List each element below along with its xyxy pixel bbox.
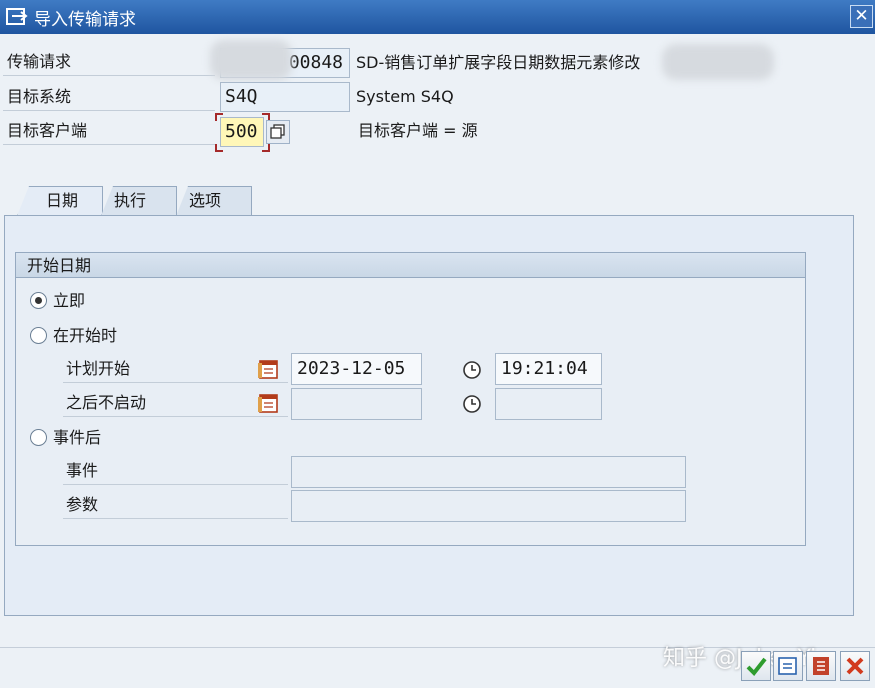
no-start-after-label: 之后不启动 <box>63 389 288 417</box>
no-start-after-date-field[interactable] <box>291 388 422 420</box>
tab-execution[interactable]: 执行 <box>101 186 177 216</box>
calendar-icon[interactable] <box>257 358 279 380</box>
target-system-description: System S4Q <box>356 87 454 106</box>
target-client-description: 目标客户端 = 源 <box>358 121 478 140</box>
target-client-label: 目标客户端 <box>3 117 215 145</box>
tab-date-label: 日期 <box>46 191 79 210</box>
close-icon: ✕ <box>854 6 869 26</box>
no-start-after-time-field[interactable] <box>495 388 602 420</box>
confirm-button[interactable] <box>741 651 771 681</box>
target-system-field[interactable]: S4Q <box>220 82 350 112</box>
event-label: 事件 <box>63 457 288 485</box>
parameter-label: 参数 <box>63 491 288 519</box>
planned-start-label: 计划开始 <box>63 355 288 383</box>
clock-icon[interactable] <box>462 394 482 414</box>
calendar-icon[interactable] <box>257 392 279 414</box>
radio-after-event-label: 事件后 <box>53 428 102 447</box>
group-title: 开始日期 <box>16 253 805 278</box>
parameter-field[interactable] <box>291 490 686 522</box>
import-icon <box>6 8 28 25</box>
cancel-icon <box>846 657 864 675</box>
focus-corner <box>262 144 270 152</box>
focus-corner <box>215 144 223 152</box>
radio-immediately-label: 立即 <box>53 291 86 310</box>
radio-dot <box>35 297 42 304</box>
cancel-button[interactable] <box>840 651 870 681</box>
request-label: 传输请求 <box>3 48 215 76</box>
redacted-request <box>210 40 292 80</box>
radio-at-start-time-label: 在开始时 <box>53 326 118 345</box>
tab-options-label: 选项 <box>189 191 222 210</box>
target-system-label: 目标系统 <box>3 83 215 111</box>
planned-start-time-field[interactable]: 19:21:04 <box>495 353 602 385</box>
radio-after-event[interactable] <box>30 429 47 446</box>
check-icon <box>746 657 767 677</box>
close-button[interactable]: ✕ <box>850 5 873 28</box>
event-field[interactable] <box>291 456 686 488</box>
value-help-icon <box>270 124 285 139</box>
radio-immediately[interactable] <box>30 292 47 309</box>
redacted-description <box>662 44 774 80</box>
request-description: SD-销售订单扩展字段日期数据元素修改 <box>356 53 641 72</box>
title-bar: 导入传输请求 ✕ <box>0 0 875 34</box>
window-title: 导入传输请求 <box>34 10 136 30</box>
clock-icon[interactable] <box>462 360 482 380</box>
schedule-icon <box>778 657 797 675</box>
radio-at-start-time[interactable] <box>30 327 47 344</box>
import-all-button[interactable] <box>806 651 836 681</box>
target-client-field[interactable]: 500 <box>220 117 264 147</box>
tab-options[interactable]: 选项 <box>176 186 252 216</box>
import-all-icon <box>813 657 829 675</box>
tab-execution-label: 执行 <box>114 191 147 210</box>
focus-corner <box>215 113 223 121</box>
planned-start-date-field[interactable]: 2023-12-05 <box>291 353 422 385</box>
value-help-button[interactable] <box>266 120 290 144</box>
tab-date[interactable]: 日期 <box>17 186 103 216</box>
schedule-button[interactable] <box>773 651 803 681</box>
